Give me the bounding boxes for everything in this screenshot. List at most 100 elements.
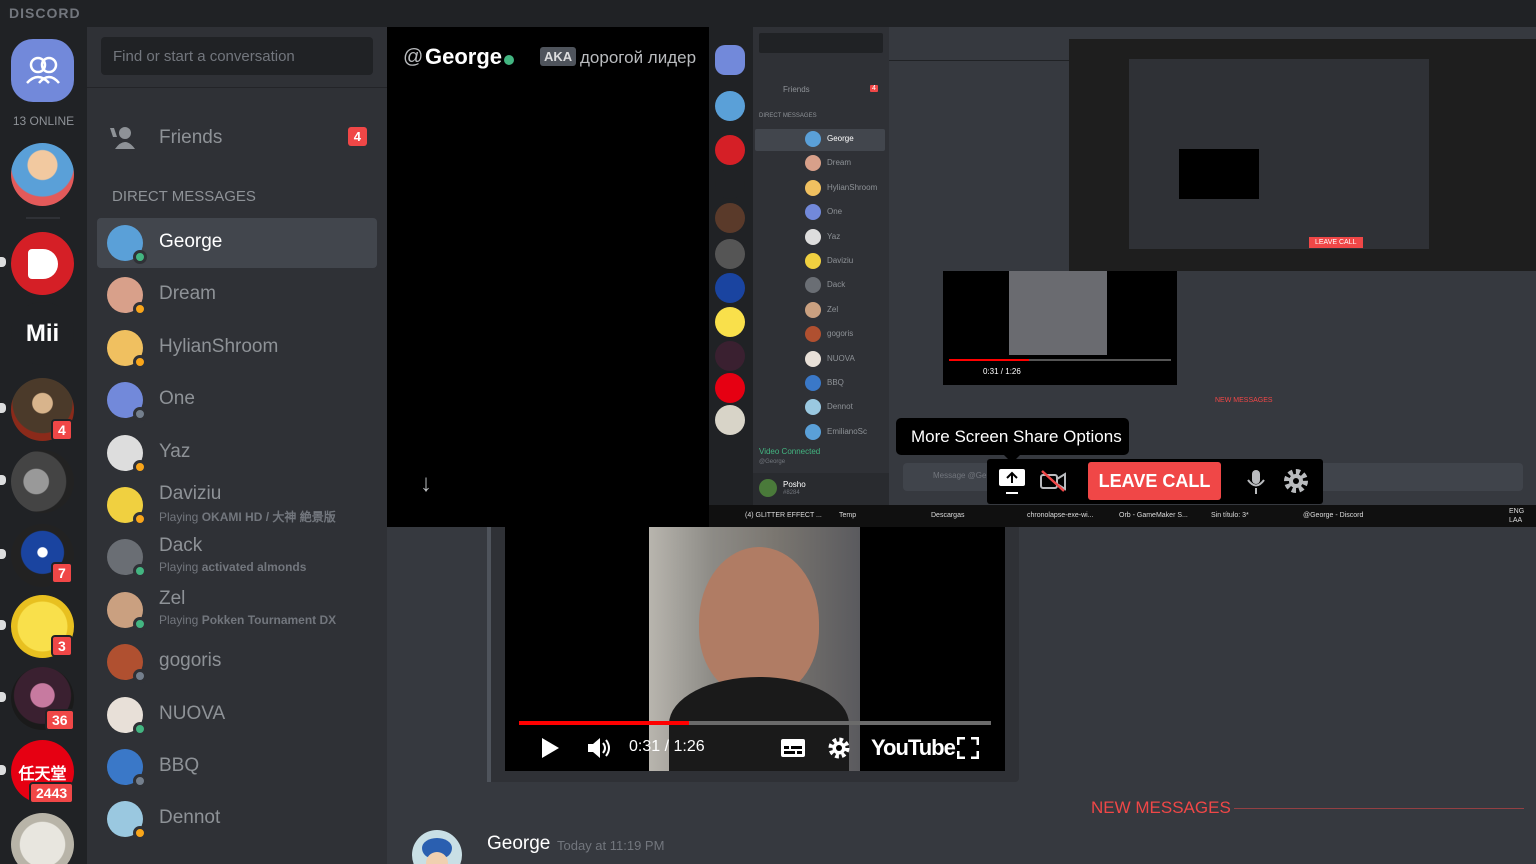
dm-section-header: DIRECT MESSAGES <box>112 188 256 205</box>
dm-name: Dennot <box>159 807 221 829</box>
taskbar-item: Temp <box>839 512 857 519</box>
dm-item[interactable]: Dream <box>97 270 377 320</box>
fullscreen-icon[interactable] <box>957 737 979 759</box>
dm-name: BBQ <box>159 755 200 776</box>
settings-gear-icon[interactable] <box>1283 468 1309 494</box>
new-messages-divider: NEW MESSAGES <box>1091 798 1231 817</box>
dm-item[interactable]: Dennot <box>97 794 377 844</box>
shared-dm-name: EmilianoSc <box>827 426 868 436</box>
status-dot <box>133 512 147 526</box>
dm-item[interactable]: NUOVA <box>97 690 377 740</box>
taskbar-item: Descargas <box>931 512 965 519</box>
shared-dm-sidebar: Friends 4 DIRECT MESSAGES George Dream Hyl… <box>753 27 889 505</box>
server-icon[interactable] <box>11 813 74 864</box>
server-icon[interactable] <box>0 450 74 513</box>
shared-dm-name: One <box>827 207 843 217</box>
video-off-icon[interactable] <box>1039 469 1067 493</box>
dm-item[interactable]: One <box>97 375 377 425</box>
settings-gear-icon[interactable] <box>827 736 851 760</box>
shared-avatar <box>805 350 821 367</box>
dm-item[interactable]: BBQ <box>97 742 377 792</box>
call-controls: LEAVE CALL <box>987 459 1323 504</box>
recursive-screenshot: LEAVE CALL <box>1069 39 1536 271</box>
video-frame <box>649 527 860 771</box>
server-separator <box>26 217 60 219</box>
friends-count-badge: 4 <box>347 127 367 146</box>
shared-video-thumb: 0:31 / 1:26 <box>943 271 1177 385</box>
shared-dm-name: HylianShroom <box>827 182 878 192</box>
home-button[interactable] <box>11 39 74 102</box>
dm-name: Zel <box>159 587 186 609</box>
discord-window: DISCORD 13 ONLINE Mii 4 7 3 36 任天堂 2443 … <box>0 0 1536 864</box>
search-input[interactable]: Find or start a conversation <box>101 37 373 75</box>
shared-avatar <box>805 423 821 440</box>
activity-game: activated almonds <box>201 560 307 575</box>
dm-name: gogoris <box>159 650 222 672</box>
status-dot <box>133 721 147 736</box>
subtitles-icon[interactable] <box>781 739 805 757</box>
server-icon[interactable]: 7 <box>0 524 74 587</box>
shared-avatar <box>805 277 821 294</box>
aka-tag: AKA <box>540 47 577 66</box>
dm-activity: Playing OKAMI HD / 大神 絶景版 <box>159 508 336 525</box>
shared-server-icon <box>715 405 745 435</box>
dm-item[interactable]: Daviziu Playing OKAMI HD / 大神 絶景版 <box>97 480 377 530</box>
leave-call-button[interactable]: LEAVE CALL <box>1088 462 1221 500</box>
shared-server-icon <box>715 341 745 371</box>
dm-item[interactable]: George <box>97 218 377 268</box>
dm-name: One <box>159 388 195 410</box>
unread-pip <box>0 475 6 485</box>
shared-avatar <box>805 301 821 318</box>
message-author[interactable]: George <box>487 833 550 855</box>
dm-item[interactable]: HylianShroom <box>97 323 377 373</box>
youtube-player[interactable]: 0:31 / 1:26 YouTube <box>505 527 1005 771</box>
shared-dm-name: NUOVA <box>827 353 855 363</box>
shared-dm-name: Zel <box>827 304 839 314</box>
video-progress-played <box>519 721 689 725</box>
friends-nav-item[interactable]: Friends 4 <box>97 113 377 163</box>
server-icon[interactable]: 3 <box>0 595 74 658</box>
mention-badge: 3 <box>51 635 73 657</box>
shared-avatar <box>805 253 821 269</box>
dm-item[interactable]: gogoris <box>97 637 377 687</box>
microphone-icon[interactable] <box>1246 469 1266 495</box>
video-progress-bar[interactable] <box>519 721 991 725</box>
friends-label: Friends <box>159 127 223 148</box>
shared-dm-name: BBQ <box>827 378 844 387</box>
status-dot <box>133 616 147 631</box>
volume-icon[interactable] <box>587 736 613 760</box>
shared-dm-name: gogoris <box>827 329 854 339</box>
server-icon[interactable] <box>11 143 74 206</box>
unread-pip <box>0 765 6 775</box>
dm-activity: Playing activated almonds <box>159 560 306 574</box>
server-icon[interactable]: 任天堂 2443 <box>0 740 75 804</box>
divider <box>1234 808 1524 809</box>
status-dot <box>133 459 147 474</box>
aka-nickname: дорогой лидер <box>580 48 697 67</box>
screen-share-tooltip: More Screen Share Options <box>896 418 1129 463</box>
server-icon[interactable] <box>0 232 74 295</box>
message-timestamp: Today at 11:19 PM <box>557 838 665 853</box>
arrow-down-icon[interactable]: ↓ <box>420 470 432 498</box>
server-icon[interactable]: Mii <box>11 302 74 365</box>
youtube-logo[interactable]: YouTube <box>871 735 956 761</box>
shared-dm-name: Dennot <box>827 402 853 412</box>
dm-name: Dream <box>159 283 217 305</box>
shared-avatar <box>805 155 821 172</box>
dm-item[interactable]: Zel Playing Pokken Tournament DX <box>97 585 377 635</box>
play-icon[interactable] <box>540 737 560 759</box>
dm-item[interactable]: Yaz <box>97 428 377 478</box>
shared-avatar <box>805 399 821 416</box>
at-icon: @ <box>403 46 424 68</box>
shared-avatar <box>805 131 821 147</box>
dm-activity: Playing Pokken Tournament DX <box>159 613 336 627</box>
server-icon[interactable]: 4 <box>0 378 74 441</box>
screen-share-options-icon[interactable] <box>998 468 1026 494</box>
mention-badge: 36 <box>45 709 75 731</box>
status-dot <box>133 774 147 788</box>
status-dot <box>133 354 147 369</box>
shared-server-rail <box>709 27 753 505</box>
friends-icon <box>110 127 135 149</box>
server-icon[interactable]: 36 <box>0 667 75 731</box>
dm-item[interactable]: Dack Playing activated almonds <box>97 532 377 582</box>
